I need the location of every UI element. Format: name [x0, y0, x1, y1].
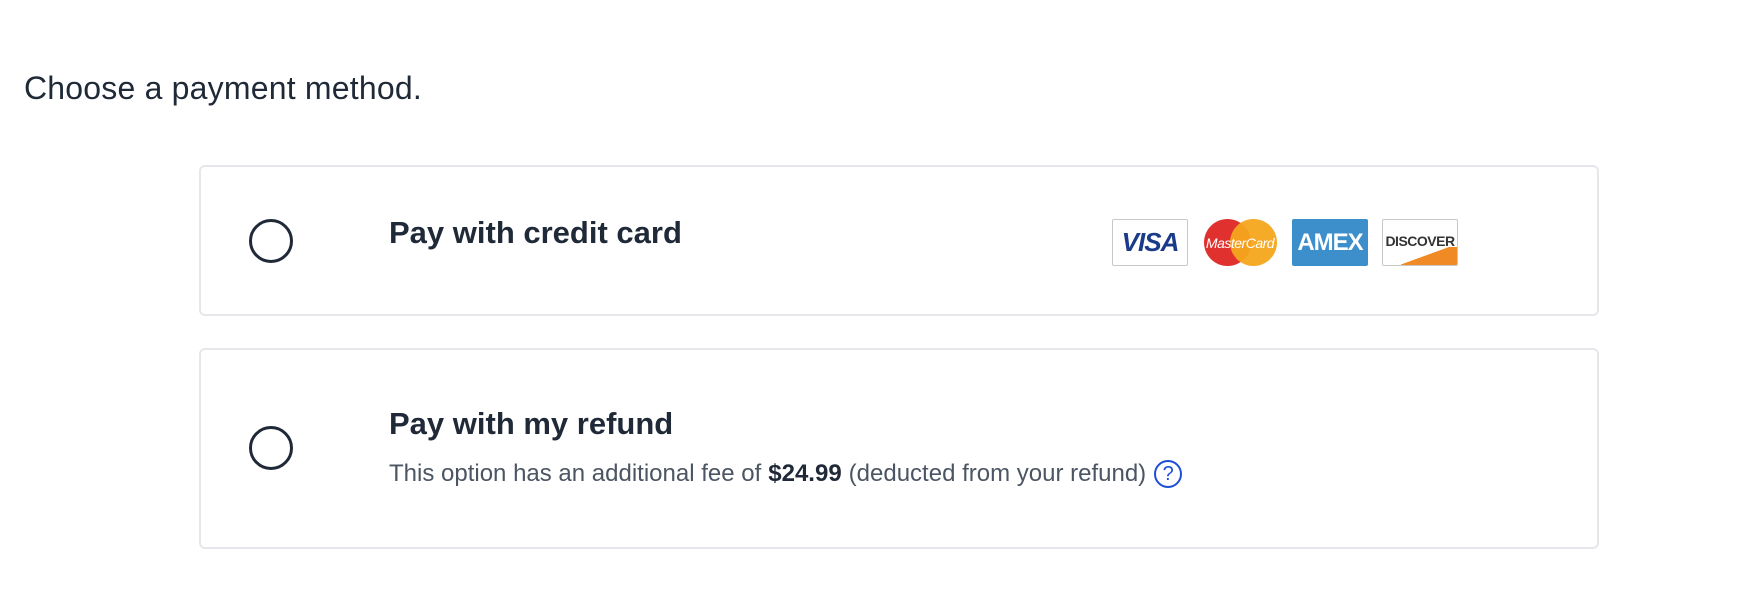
credit-card-option[interactable]: Pay with credit card VISA MasterCard AME…: [199, 165, 1599, 316]
mastercard-logo-text: MasterCard: [1205, 234, 1275, 251]
amex-logo-text: AMEX: [1297, 228, 1363, 256]
refund-option[interactable]: Pay with my refund This option has an ad…: [199, 348, 1599, 549]
discover-logo-text: DISCOVER: [1385, 232, 1455, 249]
refund-radio[interactable]: [249, 426, 293, 470]
credit-card-radio[interactable]: [249, 219, 293, 263]
page-heading: Choose a payment method.: [24, 70, 422, 106]
help-icon[interactable]: ?: [1154, 460, 1183, 488]
credit-card-title: Pay with credit card: [389, 215, 682, 250]
visa-logo: VISA: [1112, 219, 1188, 266]
visa-logo-text: VISA: [1121, 227, 1180, 257]
refund-title: Pay with my refund: [389, 406, 674, 441]
mastercard-logo: MasterCard: [1202, 219, 1278, 266]
refund-fee-description: This option has an additional fee of $24…: [389, 460, 1183, 488]
amex-logo: AMEX: [1292, 219, 1368, 266]
fee-desc-after: (deducted from your refund): [848, 460, 1147, 487]
fee-amount: $24.99: [768, 460, 842, 487]
fee-desc-before: This option has an additional fee of: [389, 460, 762, 487]
payment-method-page: Choose a payment method. Pay with credit…: [0, 0, 1744, 590]
discover-logo: DISCOVER: [1382, 219, 1458, 266]
card-logos: VISA MasterCard AMEX DISCOVER: [1112, 219, 1458, 266]
discover-orange-stripe: [1401, 247, 1457, 265]
